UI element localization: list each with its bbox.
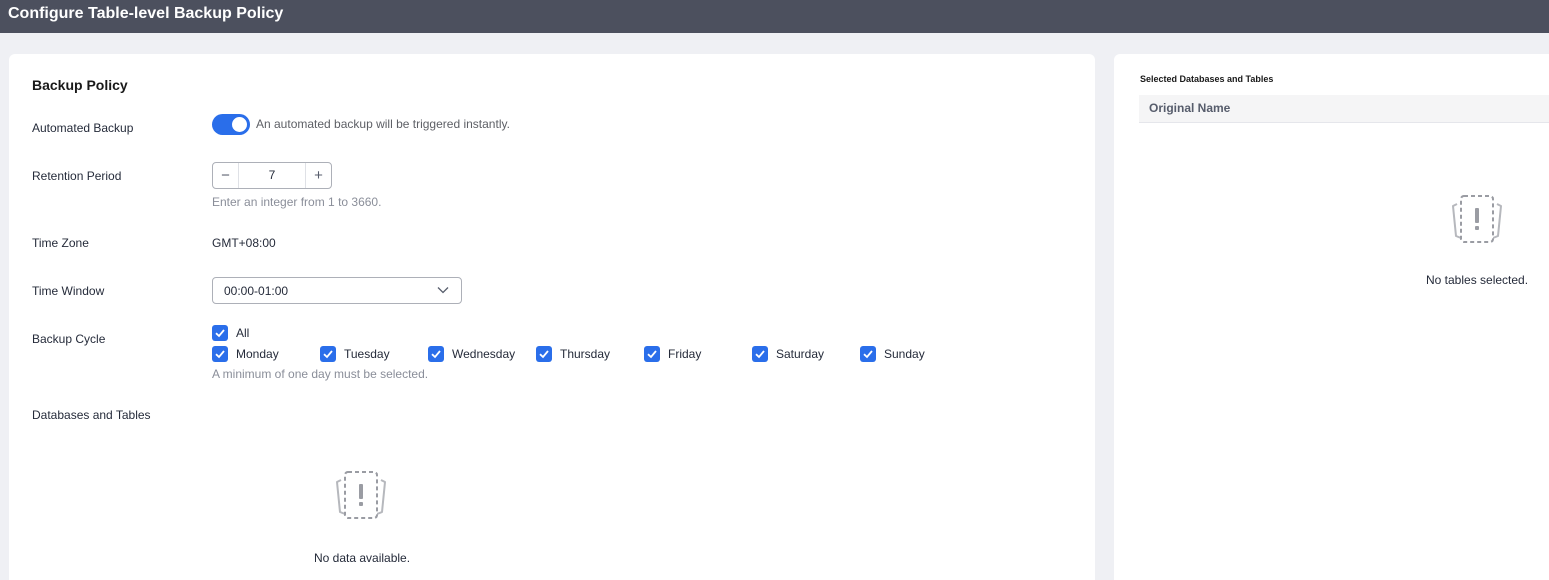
- check-icon: [212, 325, 228, 341]
- checkbox-monday-label: Monday: [236, 347, 279, 361]
- retention-period-input[interactable]: [239, 168, 305, 182]
- databases-tables-label: Databases and Tables: [32, 408, 151, 422]
- time-window-select[interactable]: 00:00-01:00: [212, 277, 462, 304]
- check-icon: [428, 346, 444, 362]
- check-icon: [644, 346, 660, 362]
- empty-document-exclamation-icon: [336, 471, 386, 519]
- no-data-text: No data available.: [314, 551, 411, 565]
- checkbox-thursday[interactable]: Thursday: [536, 346, 610, 362]
- checkbox-thursday-label: Thursday: [560, 347, 611, 361]
- time-window-label: Time Window: [32, 284, 105, 298]
- automated-backup-label: Automated Backup: [32, 121, 134, 135]
- checkbox-all[interactable]: All: [212, 325, 249, 341]
- checkbox-friday-label: Friday: [668, 347, 702, 361]
- checkbox-wednesday-label: Wednesday: [452, 347, 516, 361]
- selected-tables-panel: Selected Databases and Tables Original N…: [1114, 54, 1549, 580]
- check-icon: [212, 346, 228, 362]
- retention-period-hint: Enter an integer from 1 to 3660.: [212, 195, 382, 209]
- time-zone-label: Time Zone: [32, 236, 89, 250]
- page-title: Configure Table-level Backup Policy: [8, 5, 284, 22]
- checkbox-tuesday-label: Tuesday: [344, 347, 390, 361]
- checkbox-all-label: All: [236, 326, 250, 340]
- automated-backup-toggle[interactable]: [212, 114, 250, 135]
- table-header: Original Name: [1139, 95, 1549, 123]
- decrement-button[interactable]: −: [213, 163, 239, 188]
- checkbox-saturday-label: Saturday: [776, 347, 825, 361]
- checkbox-friday[interactable]: Friday: [644, 346, 701, 362]
- checkbox-monday[interactable]: Monday: [212, 346, 279, 362]
- backup-cycle-hint: A minimum of one day must be selected.: [212, 367, 429, 381]
- checkbox-tuesday[interactable]: Tuesday: [320, 346, 390, 362]
- no-tables-selected-text: No tables selected.: [1426, 273, 1529, 287]
- retention-period-stepper: − +: [212, 162, 332, 189]
- checkbox-wednesday[interactable]: Wednesday: [428, 346, 515, 362]
- increment-button[interactable]: +: [305, 163, 331, 188]
- checkbox-sunday[interactable]: Sunday: [860, 346, 925, 362]
- checkbox-saturday[interactable]: Saturday: [752, 346, 824, 362]
- column-header-original-name[interactable]: Original Name: [1149, 101, 1230, 115]
- retention-period-label: Retention Period: [32, 169, 122, 183]
- title-bar: Configure Table-level Backup Policy: [0, 0, 1549, 33]
- chevron-down-icon: [437, 287, 449, 294]
- time-window-selected-value: 00:00-01:00: [224, 284, 289, 298]
- check-icon: [536, 346, 552, 362]
- checkbox-sunday-label: Sunday: [884, 347, 925, 361]
- backup-policy-panel: Backup Policy Automated Backup An automa…: [9, 54, 1095, 580]
- automated-backup-description: An automated backup will be triggered in…: [256, 117, 510, 131]
- check-icon: [320, 346, 336, 362]
- check-icon: [752, 346, 768, 362]
- empty-document-exclamation-icon: [1452, 195, 1502, 243]
- backup-cycle-label: Backup Cycle: [32, 332, 106, 346]
- toggle-knob: [232, 117, 247, 132]
- time-zone-value: GMT+08:00: [212, 236, 276, 250]
- selected-panel-title: Selected Databases and Tables: [1140, 74, 1274, 84]
- section-title: Backup Policy: [32, 77, 128, 93]
- check-icon: [860, 346, 876, 362]
